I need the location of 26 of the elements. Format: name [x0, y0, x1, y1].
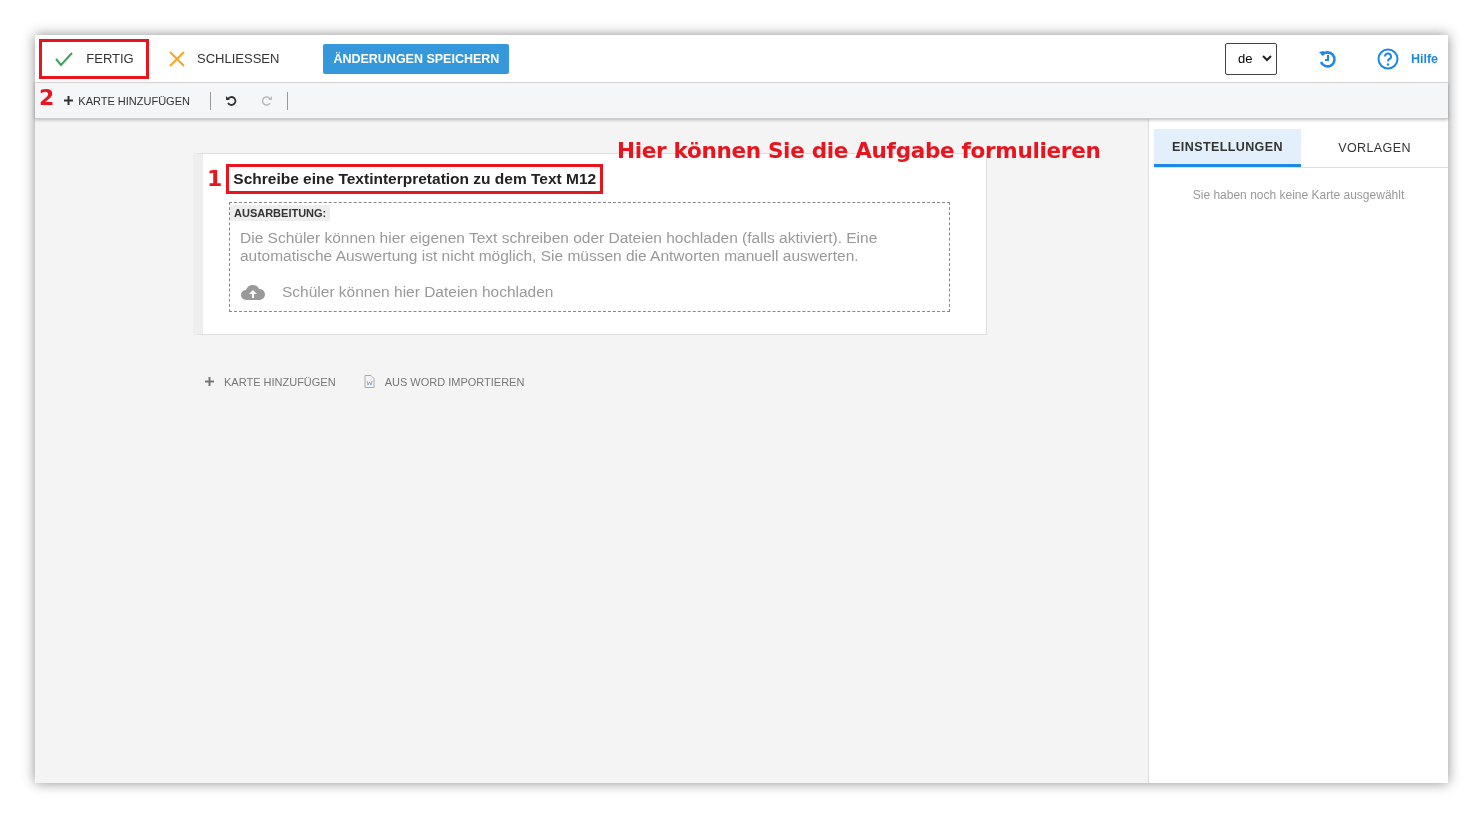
plus-icon	[64, 96, 74, 105]
language-select[interactable]: de	[1224, 42, 1277, 75]
empty-message: Sie haben noch keine Karte ausgewählt	[1191, 188, 1406, 202]
checkmark-icon	[54, 50, 75, 67]
task-title[interactable]: Schreibe eine Textinterpretation zu dem Text M12	[226, 164, 604, 194]
close-icon	[169, 50, 185, 67]
annotation-number: 1	[207, 168, 223, 190]
undo-icon[interactable]	[224, 94, 237, 107]
import-word-link[interactable]: AUS WORD IMPORTIEREN	[363, 375, 525, 388]
add-card-button[interactable]: KARTE HINZUFÜGEN	[58, 93, 196, 108]
document-icon	[363, 375, 375, 388]
close-button[interactable]: SCHLIESSEN	[159, 38, 290, 79]
add-card-link[interactable]: KARTE HINZUFÜGEN	[205, 375, 336, 388]
annotation-number: 2	[39, 86, 55, 109]
panel-tab[interactable]: EINSTELLUNGEN	[1154, 129, 1301, 167]
help-icon[interactable]	[1376, 47, 1399, 70]
chevron-down-icon	[1261, 55, 1272, 62]
section-label: AUSARBEITUNG:	[230, 205, 331, 221]
help-link[interactable]: Hilfe	[1410, 51, 1438, 66]
cloud-upload-icon	[240, 283, 266, 301]
annotation-text: Hier können Sie die Aufgabe formulieren	[617, 138, 1101, 163]
panel-tab[interactable]: VORLAGEN	[1301, 129, 1448, 167]
upload-hint: Schüler können hier Dateien hochladen	[282, 283, 554, 301]
plus-icon	[205, 377, 214, 386]
done-button[interactable]: FERTIG	[39, 38, 149, 79]
answer-description: Die Schüler können hier eigenen Text schreiben oder Dateien hochladen (falls aktiviert). Eine automatische Auswertung ist nicht möglich, Sie müssen die Antworten manuell auswerten.	[240, 229, 879, 265]
